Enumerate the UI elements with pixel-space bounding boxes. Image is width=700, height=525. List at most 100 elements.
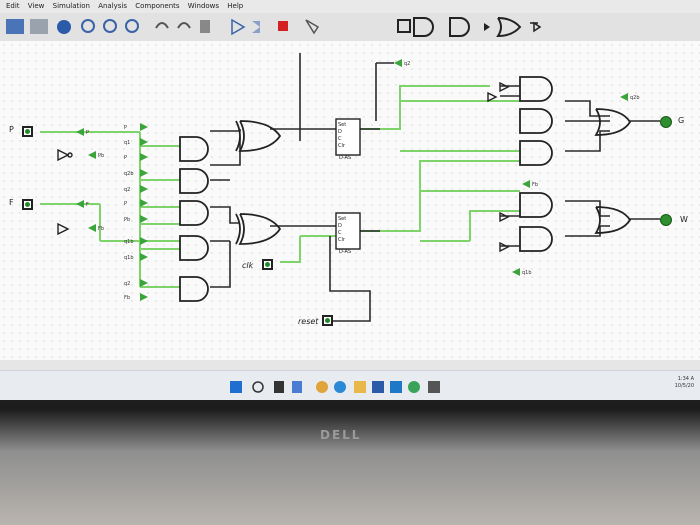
app-icon-green[interactable] [408,381,420,393]
tool-pin-icon[interactable] [397,19,411,33]
pin-label-f: F [9,198,14,207]
tool-and-gate-icon[interactable] [413,17,434,37]
menu-edit[interactable]: Edit [6,0,20,13]
gate-input-label-4: q2b [124,171,134,177]
widgets-icon[interactable] [292,381,302,393]
step-icon[interactable] [252,21,260,33]
ff2-set-label: Set [338,216,346,222]
input-pin-f[interactable] [22,199,33,210]
and-gate-7 [519,108,553,134]
ff1-clr-label: Clr [338,143,346,149]
zoom-in-icon[interactable] [81,19,95,33]
ff2-type-label: D-AS [339,249,351,255]
tunnel-label-q1b: q1b [522,270,532,276]
select-icon[interactable] [305,19,320,35]
gate-input-label-8: q1b [124,239,134,245]
xor-gate-1 [238,120,282,152]
tunnel-label-fb-right: Fb [532,182,538,188]
save-icon[interactable] [30,19,48,34]
explorer-icon[interactable] [354,381,366,393]
menu-bar: Edit View Simulation Analysis Components… [0,0,700,13]
ff1-set-label: Set [338,122,346,128]
ff1-d-label: D [338,129,342,135]
input-pin-reset[interactable] [322,315,333,326]
menu-view[interactable]: View [28,0,45,13]
wires [210,53,660,322]
tunnel-label-p: P [86,130,89,136]
and-gate-9 [519,192,553,218]
run-icon[interactable] [231,18,246,36]
tunnel-label-fb: Fb [98,226,104,232]
input-pin-p[interactable] [22,126,33,137]
and-gate-6 [519,76,553,102]
circuit-diagram: Set D C Clr D-AS Set D C Clr D-AS P Pb F… [40,53,660,322]
circuit-canvas[interactable]: Set D C Clr D-AS Set D C Clr D-AS P Pb F… [0,41,700,360]
start-icon[interactable] [230,381,242,393]
taskbar-clock[interactable]: 1:34 A 10/5/20 [675,376,694,390]
gate-input-label-3: P [124,155,127,161]
open-icon[interactable] [6,19,24,34]
gate-input-label-6: P [124,201,127,207]
tool-or-gate-icon[interactable] [496,17,522,38]
windows-taskbar [0,370,700,400]
mail-icon[interactable] [390,381,402,393]
task-view-icon[interactable] [274,381,284,393]
zoom-fit-icon[interactable] [125,19,139,33]
ff1-c-label: C [338,136,342,142]
logisim-icon[interactable] [428,381,440,393]
menu-windows[interactable]: Windows [188,0,219,13]
search-icon[interactable] [252,381,264,393]
delete-icon[interactable] [200,20,210,33]
status-bar [0,360,700,370]
and-gate-10 [519,226,553,252]
ff2-clr-label: Clr [338,237,346,243]
store-icon[interactable] [372,381,384,393]
pin-label-clk: clk [242,261,254,270]
ff2-d-label: D [338,223,342,229]
gate-input-label-5: q2 [124,187,130,193]
ff2-c-label: C [338,230,342,236]
dell-logo: DELL [320,428,362,442]
gate-input-label-2: q1 [124,140,130,146]
tool-not-icon[interactable] [484,23,490,31]
active-wires [40,85,520,288]
ff1-type-label: D-AS [339,155,351,161]
clock-time: 1:34 A [677,376,694,382]
tunnel-label-q2: q2 [404,61,410,67]
menu-components[interactable]: Components [135,0,179,13]
tunnel-label-q2b: q2b [630,95,640,101]
or-gate-w [594,206,632,234]
tool-buffer-icon[interactable] [530,21,542,33]
redo-icon[interactable] [177,22,191,29]
edge-icon[interactable] [334,381,346,393]
taskbar-icons [230,381,440,393]
input-pin-clk[interactable] [262,259,273,270]
output-label-g: G [678,116,685,125]
and-gate-5 [179,276,209,302]
gate-input-label-1: P [124,125,127,131]
flipflop-1: Set D C Clr D-AS [335,118,361,161]
menu-help[interactable]: Help [227,0,243,13]
output-led-w [660,214,672,226]
and-gate-3 [179,200,209,226]
toolbar-icons [6,17,542,38]
flipflop-2: Set D C Clr D-AS [335,212,361,255]
tunnel-label-f: F [86,202,89,208]
chrome-icon[interactable] [316,381,328,393]
gate-input-label-9: q1b [124,255,134,261]
xor-gate-2 [238,213,282,245]
help-icon[interactable] [57,20,71,34]
and-gate-8 [519,140,553,166]
menu-simulation[interactable]: Simulation [53,0,90,13]
laptop-screen: Edit View Simulation Analysis Components… [0,0,700,400]
zoom-out-icon[interactable] [103,19,117,33]
and-gate-2 [179,168,209,194]
toolbar [0,13,700,42]
and-gate-1 [179,136,209,162]
menu-analysis[interactable]: Analysis [98,0,127,13]
tunnel-label-pb: Pb [98,153,104,159]
tool-nand-icon[interactable] [449,17,470,37]
gate-input-label-11: Fb [124,295,130,301]
undo-icon[interactable] [155,22,169,29]
stop-icon[interactable] [278,21,288,31]
